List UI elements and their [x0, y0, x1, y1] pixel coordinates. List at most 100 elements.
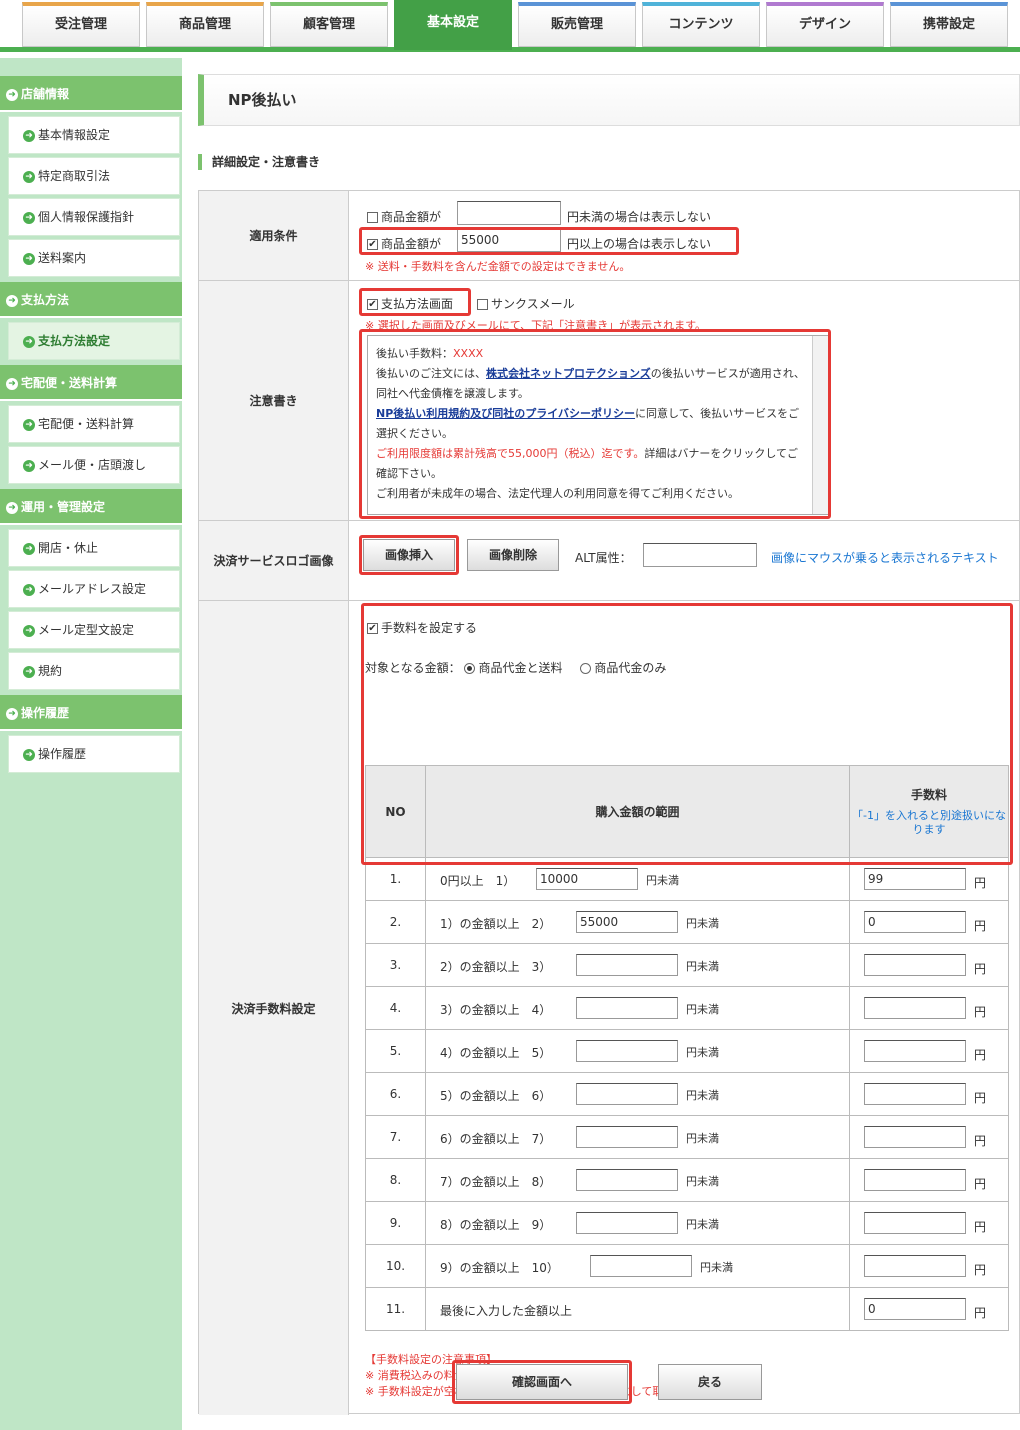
- highlight-box: [359, 329, 831, 519]
- row-range: 最後に入力した金額以上: [425, 1287, 850, 1331]
- fee-input[interactable]: [864, 1169, 966, 1191]
- sidebar-section-2[interactable]: ➜ 支払方法: [0, 282, 182, 318]
- sidebar-item-3-1[interactable]: ➜ 宅配便・送料計算: [8, 405, 180, 443]
- sidebar-item-3-2[interactable]: ➜ メール便・店頭渡し: [8, 446, 180, 484]
- fee-input[interactable]: [864, 997, 966, 1019]
- tab-4[interactable]: 基本設定: [394, 0, 512, 50]
- unit-yen: 円: [974, 1220, 987, 1234]
- apply-min-checkbox[interactable]: [367, 212, 378, 223]
- amount-input[interactable]: [576, 1040, 678, 1062]
- row-from: 7）の金額以上 8）: [440, 1175, 552, 1189]
- arrow-icon: ➜: [23, 335, 35, 348]
- arrow-icon: ➜: [23, 418, 35, 431]
- back-button[interactable]: 戻る: [658, 1364, 762, 1400]
- arrow-icon: ➜: [23, 665, 35, 678]
- tab-1[interactable]: 受注管理: [22, 2, 140, 47]
- arrow-icon: ➜: [6, 501, 18, 514]
- amount-input[interactable]: [576, 997, 678, 1019]
- notice-opt-2: サンクスメール: [477, 295, 575, 312]
- divider: [349, 520, 1019, 521]
- row-fee: 円: [849, 1201, 1009, 1245]
- sidebar-section-5[interactable]: ➜ 操作履歴: [0, 695, 182, 731]
- unit-yen: 円: [974, 1306, 987, 1320]
- sidebar-item-4-1[interactable]: ➜ 開店・休止: [8, 529, 180, 567]
- unit-yen: 円: [974, 962, 987, 976]
- fee-row: 7. 6）の金額以上 7） 円未満 円: [365, 1115, 1009, 1159]
- sidebar-item-2-1[interactable]: ➜ 支払方法設定: [8, 322, 180, 360]
- apply-min-input[interactable]: [457, 201, 561, 225]
- sidebar-item-label: 基本情報設定: [38, 128, 111, 142]
- arrow-icon: ➜: [23, 211, 35, 224]
- notice-opt2-label: サンクスメール: [491, 297, 575, 311]
- row-no: 2.: [365, 900, 426, 944]
- sidebar-item-1-4[interactable]: ➜ 送料案内: [8, 239, 180, 277]
- fee-input[interactable]: 99: [864, 868, 966, 890]
- sidebar-section-4[interactable]: ➜ 運用・管理設定: [0, 489, 182, 525]
- fee-input[interactable]: 0: [864, 911, 966, 933]
- sidebar-item-label: 操作履歴: [38, 747, 87, 761]
- sidebar-item-4-4[interactable]: ➜ 規約: [8, 652, 180, 690]
- amount-input[interactable]: [576, 1126, 678, 1148]
- alt-hint: 画像にマウスが乗ると表示されるテキスト: [771, 551, 999, 565]
- tab-2[interactable]: 商品管理: [146, 2, 264, 47]
- amount-input[interactable]: [590, 1255, 692, 1277]
- fee-row: 6. 5）の金額以上 6） 円未満 円: [365, 1072, 1009, 1116]
- row-no: 4.: [365, 986, 426, 1030]
- fee-input[interactable]: [864, 1212, 966, 1234]
- amount-input[interactable]: [576, 1169, 678, 1191]
- amount-input[interactable]: 10000: [536, 868, 638, 890]
- row-fee: 円: [849, 1115, 1009, 1159]
- fee-input[interactable]: [864, 1083, 966, 1105]
- apply-note: ※ 送料・手数料を含んだ金額での設定はできません。: [365, 260, 631, 273]
- fee-input[interactable]: [864, 954, 966, 976]
- amount-input[interactable]: [576, 954, 678, 976]
- row-from: 0円以上 1）: [440, 874, 516, 888]
- notice-thanks-checkbox[interactable]: [477, 299, 488, 310]
- sidebar-section-1[interactable]: ➜ 店舗情報: [0, 76, 182, 112]
- row-no: 7.: [365, 1115, 426, 1159]
- fee-input[interactable]: [864, 1126, 966, 1148]
- row-no: 10.: [365, 1244, 426, 1288]
- fee-row: 10. 9）の金額以上 10） 円未満 円: [365, 1244, 1009, 1288]
- sidebar-item-1-1[interactable]: ➜ 基本情報設定: [8, 116, 180, 154]
- row-range: 7）の金額以上 8） 円未満: [425, 1158, 850, 1202]
- arrow-icon: ➜: [23, 748, 35, 761]
- amount-input[interactable]: [576, 1212, 678, 1234]
- sidebar-item-1-3[interactable]: ➜ 個人情報保護指針: [8, 198, 180, 236]
- row-range: 9）の金額以上 10） 円未満: [425, 1244, 850, 1288]
- fee-label: 決済手数料設定: [199, 601, 349, 1415]
- sidebar-item-4-3[interactable]: ➜ メール定型文設定: [8, 611, 180, 649]
- sidebar-item-label: 送料案内: [38, 251, 87, 265]
- image-delete-button[interactable]: 画像削除: [467, 539, 559, 571]
- fee-row: 5. 4）の金額以上 5） 円未満 円: [365, 1029, 1009, 1073]
- apply-label: 適用条件: [199, 191, 349, 281]
- sidebar-item-4-2[interactable]: ➜ メールアドレス設定: [8, 570, 180, 608]
- sidebar-item-1-2[interactable]: ➜ 特定商取引法: [8, 157, 180, 195]
- arrow-icon: ➜: [23, 129, 35, 142]
- row-fee: 円: [849, 1072, 1009, 1116]
- unit-less-than: 円未満: [686, 1218, 719, 1231]
- sidebar-item-label: 個人情報保護指針: [38, 210, 135, 224]
- sidebar-item-label: 宅配便・送料計算: [38, 417, 135, 431]
- alt-input[interactable]: [643, 543, 757, 567]
- fee-input[interactable]: 0: [864, 1298, 966, 1320]
- sidebar-item-5-1[interactable]: ➜ 操作履歴: [8, 735, 180, 773]
- fee-input[interactable]: [864, 1040, 966, 1062]
- fee-input[interactable]: [864, 1255, 966, 1277]
- arrow-icon: ➜: [6, 377, 18, 390]
- amount-input[interactable]: [576, 1083, 678, 1105]
- row-fee: 円: [849, 943, 1009, 987]
- highlight-box: [359, 535, 459, 575]
- logo-label: 決済サービスロゴ画像: [199, 521, 349, 601]
- tab-7[interactable]: デザイン: [766, 2, 884, 47]
- amount-input[interactable]: 55000: [576, 911, 678, 933]
- row-range: 6）の金額以上 7） 円未満: [425, 1115, 850, 1159]
- tab-6[interactable]: コンテンツ: [642, 2, 760, 47]
- tab-8[interactable]: 携帯設定: [890, 2, 1008, 47]
- sidebar-section-3[interactable]: ➜ 宅配便・送料計算: [0, 365, 182, 401]
- tab-3[interactable]: 顧客管理: [270, 2, 388, 47]
- tab-5[interactable]: 販売管理: [518, 2, 636, 47]
- row-from: 8）の金額以上 9）: [440, 1218, 552, 1232]
- fee-row: 4. 3）の金額以上 4） 円未満 円: [365, 986, 1009, 1030]
- unit-yen: 円: [974, 919, 987, 933]
